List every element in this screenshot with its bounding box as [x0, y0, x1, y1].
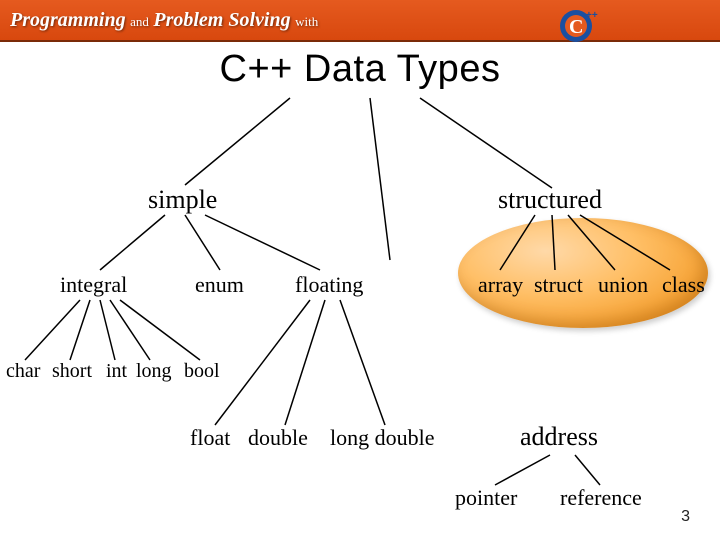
node-double: double — [248, 425, 308, 451]
slide-title: C++ Data Types — [0, 48, 720, 91]
svg-text:C: C — [569, 16, 583, 38]
header-problem-solving: Problem Solving — [153, 9, 290, 31]
node-short: short — [52, 360, 92, 383]
node-reference: reference — [560, 485, 642, 511]
node-char: char — [6, 360, 40, 383]
node-int: int — [106, 360, 127, 383]
node-union: union — [598, 272, 648, 298]
cpp-logo-icon: C ++ — [556, 4, 600, 48]
header-with: with — [295, 14, 318, 29]
node-class: class — [662, 272, 705, 298]
slide-header: Programming and Problem Solving with C +… — [0, 0, 720, 42]
node-struct: struct — [534, 272, 583, 298]
svg-text:++: ++ — [586, 10, 598, 21]
node-integral: integral — [60, 272, 127, 298]
node-address: address — [520, 422, 598, 452]
node-long: long — [136, 360, 172, 383]
node-structured: structured — [498, 185, 602, 215]
node-array: array — [478, 272, 523, 298]
node-simple: simple — [148, 185, 217, 215]
node-long-double: long double — [330, 425, 435, 451]
node-float: float — [190, 425, 230, 451]
node-floating: floating — [295, 272, 363, 298]
slide-number: 3 — [681, 508, 690, 526]
header-programming: Programming — [10, 9, 126, 31]
node-enum: enum — [195, 272, 244, 298]
node-pointer: pointer — [455, 485, 517, 511]
header-text: Programming and Problem Solving with — [10, 9, 318, 32]
node-bool: bool — [184, 360, 220, 383]
header-and: and — [130, 14, 149, 29]
